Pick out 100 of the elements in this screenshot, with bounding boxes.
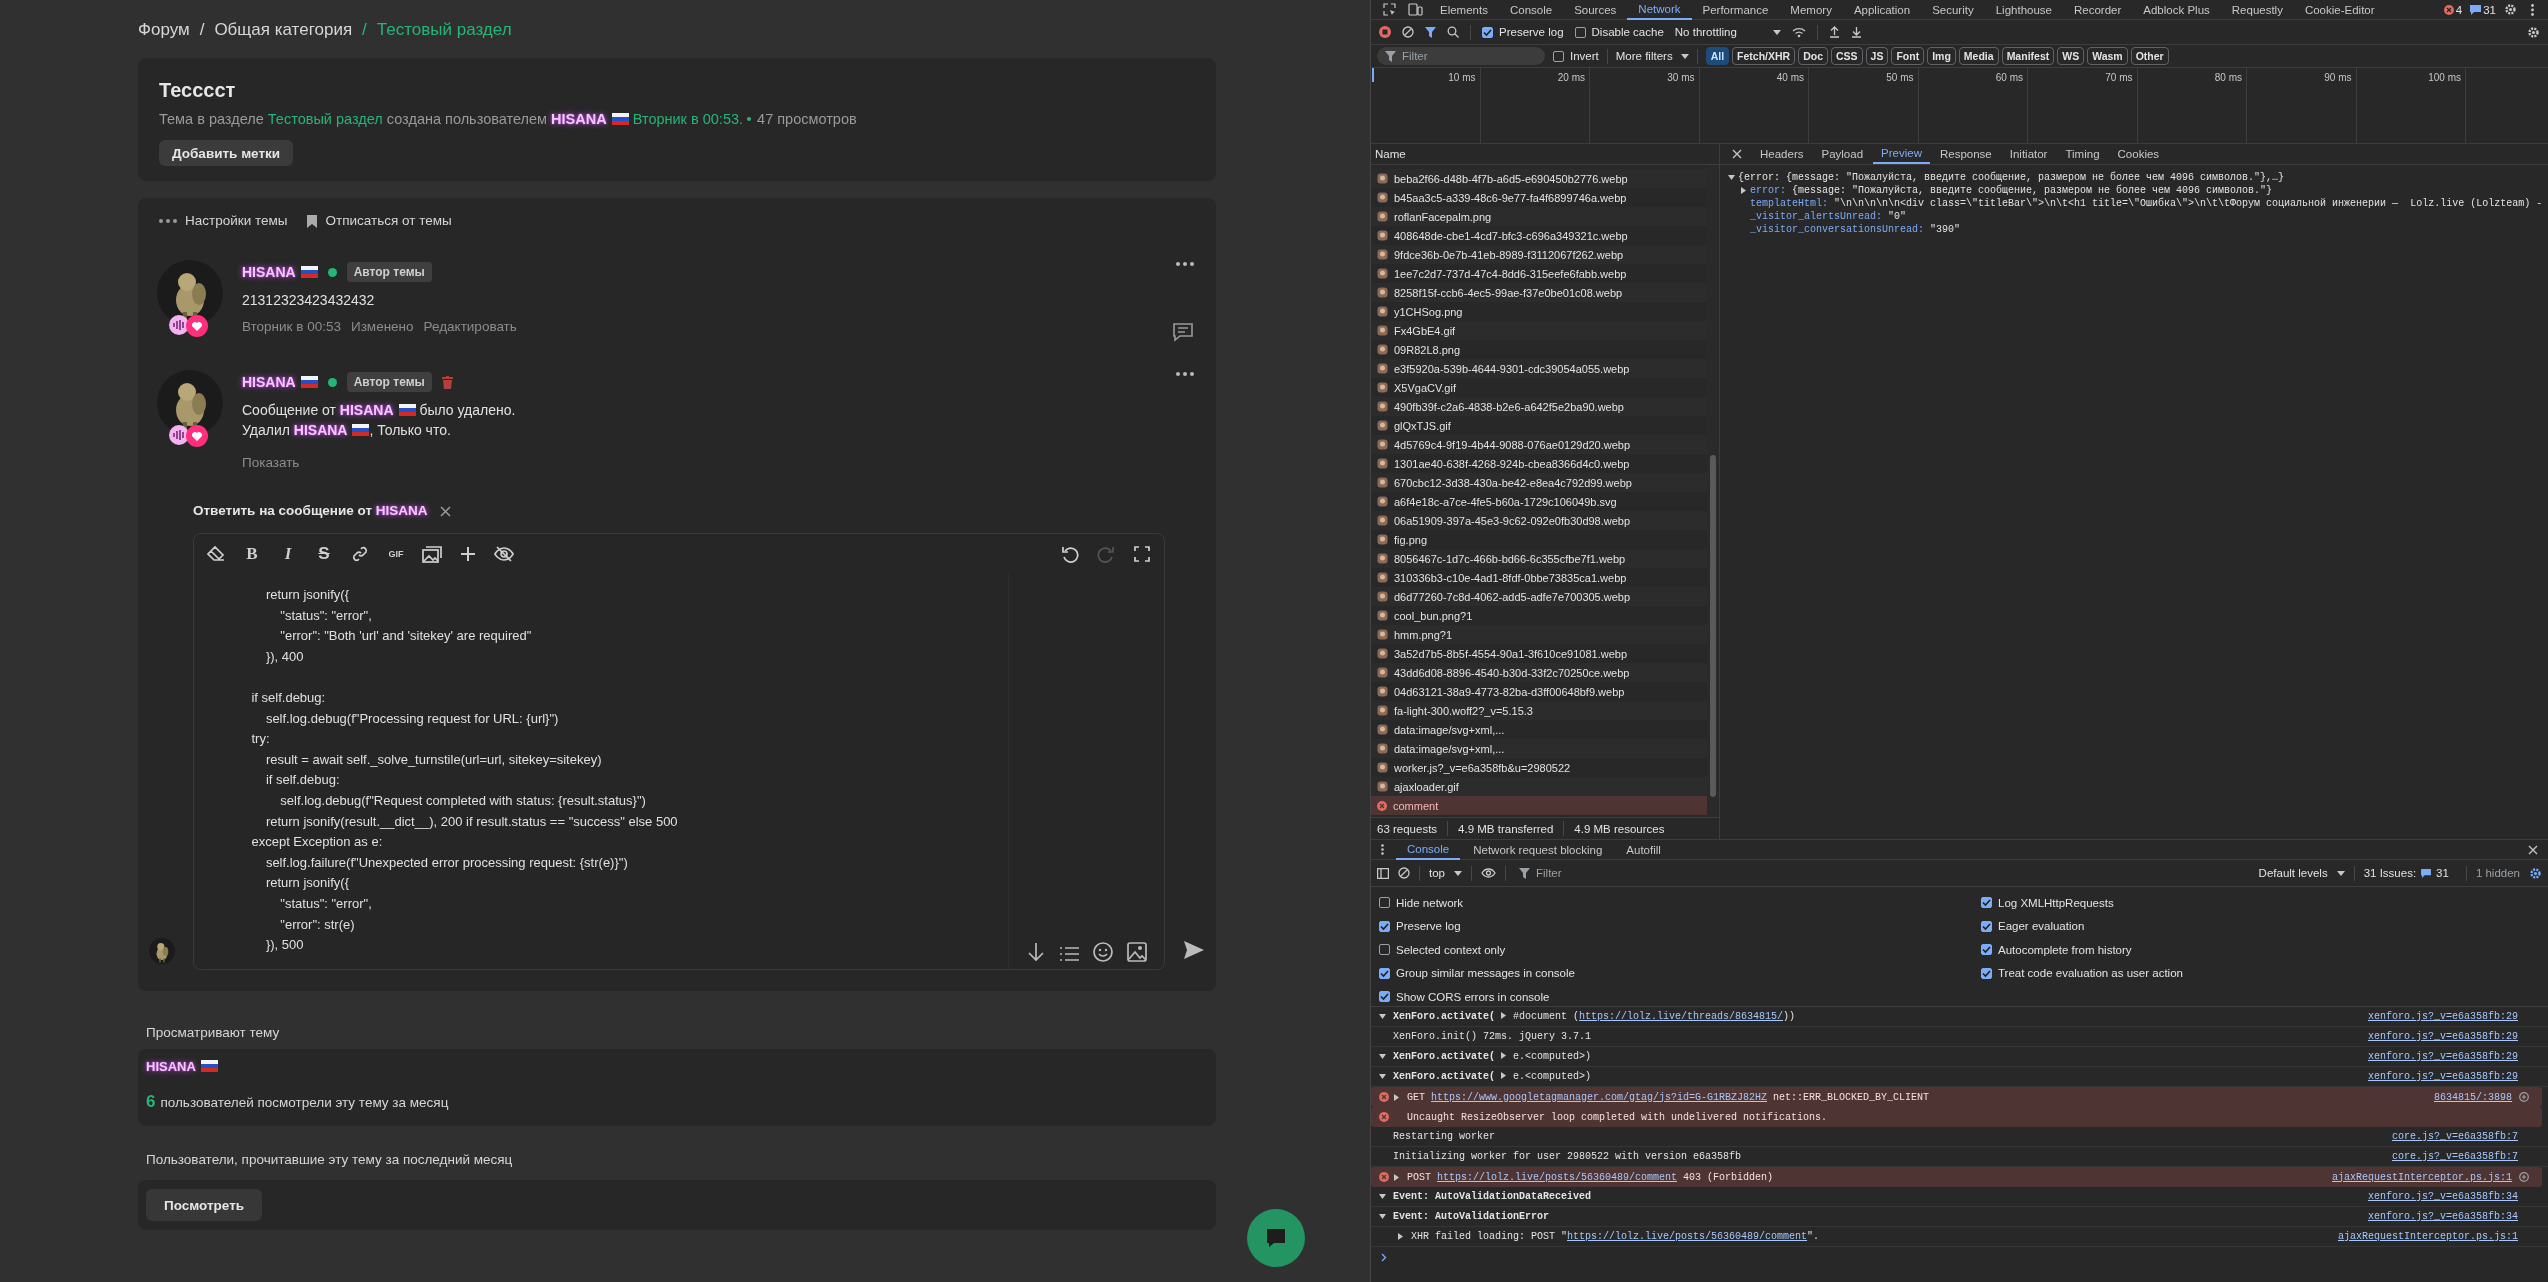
post-footer-link[interactable]: Показать	[242, 452, 300, 474]
link[interactable]: Вторник в 00:53.	[632, 111, 744, 127]
username-link[interactable]: HISANA	[242, 264, 296, 280]
source-link[interactable]: core.js?_v=e6a358fb:7	[2391, 1131, 2518, 1142]
username-link[interactable]: HISANA	[146, 1059, 196, 1074]
image-icon[interactable]	[1126, 942, 1147, 962]
settings-icon[interactable]	[2504, 3, 2517, 16]
network-icon[interactable]	[2519, 1172, 2529, 1182]
request-row[interactable]: data:image/svg+xml,...	[1371, 720, 1707, 739]
kebab-menu-icon[interactable]	[2531, 3, 2534, 16]
issues-label[interactable]: 31 Issues:	[2363, 867, 2417, 879]
type-filter-chip[interactable]: CSS	[1831, 47, 1863, 65]
request-row[interactable]: 43dd6d08-8896-4540-b30d-33f2c70250ce.webp	[1371, 663, 1707, 682]
inspect-icon[interactable]	[1383, 3, 1396, 16]
filter-icon[interactable]	[1425, 26, 1436, 38]
context-dropdown[interactable]: top	[1429, 867, 1445, 879]
send-icon[interactable]	[1183, 940, 1205, 960]
clear-icon[interactable]	[1402, 26, 1414, 38]
eye-icon[interactable]	[1481, 868, 1496, 878]
request-row[interactable]: 04d63121-38a9-4773-82ba-d3ff00648bf9.webp	[1371, 682, 1707, 701]
request-row[interactable]: hmm.png?1	[1371, 625, 1707, 644]
close-icon[interactable]	[439, 505, 451, 517]
expanded-triangle-icon[interactable]	[1379, 1193, 1386, 1200]
issue-count[interactable]: 31	[2436, 867, 2449, 879]
request-row[interactable]: 670cbc12-3d38-430a-be42-e8ea4c792d99.webp	[1371, 473, 1707, 492]
url-link[interactable]: https://lolz.live/threads/8634815/	[1579, 1011, 1784, 1022]
kebab-menu-icon[interactable]	[1381, 844, 1384, 855]
console-filter-field[interactable]: Filter	[1515, 863, 2250, 883]
error-count[interactable]: 4	[2455, 3, 2463, 16]
detail-tab[interactable]: Response	[1931, 144, 2000, 164]
request-row[interactable]: 4d5769c4-9f19-4b44-9088-076ae0129d20.webp	[1371, 435, 1707, 454]
expanded-triangle-icon[interactable]	[1379, 1053, 1386, 1060]
request-row[interactable]: 09R82L8.png	[1371, 340, 1707, 359]
devtools-tab[interactable]: Cookie-Editor	[2293, 0, 2386, 20]
request-row[interactable]: comment	[1371, 796, 1707, 815]
breadcrumb-link[interactable]: Форум	[138, 18, 190, 42]
close-icon[interactable]	[1732, 149, 1742, 159]
request-row[interactable]: e3f5920a-539b-4644-9301-cdc39054a055.webp	[1371, 359, 1707, 378]
add-tags-button[interactable]: Добавить метки	[159, 140, 294, 166]
devtools-tab[interactable]: Console	[1498, 0, 1564, 20]
devtools-tab[interactable]: Lighthouse	[1984, 0, 2063, 20]
devtools-tab[interactable]: Sources	[1563, 0, 1628, 20]
request-row[interactable]: a6f4e18c-a7ce-4fe5-b60a-1729c106049b.svg	[1371, 492, 1707, 511]
detail-tab[interactable]: Cookies	[2109, 144, 2168, 164]
username-link[interactable]: HISANA	[293, 422, 348, 438]
italic-button[interactable]: I	[278, 542, 298, 566]
username-link[interactable]: HISANA	[551, 111, 607, 127]
throttling-dropdown[interactable]: No throttling	[1674, 26, 1737, 38]
checkbox[interactable]	[1379, 944, 1390, 956]
breadcrumb-link[interactable]: Тестовый раздел	[376, 18, 512, 42]
detail-tab[interactable]: Headers	[1752, 144, 1812, 164]
collapsed-triangle-icon[interactable]	[1740, 187, 1747, 194]
arrow-down-icon[interactable]	[1026, 942, 1045, 962]
request-row[interactable]: 3a52d7b5-8b5f-4554-90a1-3f610ce91081.webp	[1371, 644, 1707, 663]
checkbox[interactable]	[1981, 920, 1992, 932]
request-row[interactable]: 9fdce36b-0e7b-41eb-8989-f3112067f262.webp	[1371, 245, 1707, 264]
more-icon[interactable]	[159, 219, 177, 223]
smiley-icon[interactable]	[1092, 942, 1113, 962]
checkbox[interactable]	[1574, 26, 1586, 38]
source-link[interactable]: core.js?_v=e6a358fb:7	[2391, 1151, 2518, 1162]
request-row[interactable]: 408648de-cbe1-4cd7-bfc3-c696a349321c.webp	[1371, 226, 1707, 245]
devtools-tab[interactable]: Application	[1842, 0, 1922, 20]
collapsed-triangle-icon[interactable]	[1397, 1233, 1404, 1240]
network-conditions-icon[interactable]	[1791, 26, 1806, 38]
checkbox[interactable]	[1553, 50, 1564, 62]
url-link[interactable]: https://www.googletagmanager.com/gtag/js?id=G-G1RBZJ82HZ	[1431, 1091, 1768, 1103]
request-row[interactable]: ajaxloader.gif	[1371, 777, 1707, 796]
more-icon[interactable]	[1176, 262, 1194, 266]
source-link[interactable]: xenforo.js?_v=e6a358fb:29	[2367, 1031, 2518, 1042]
type-filter-chip[interactable]: Other	[2130, 47, 2169, 65]
message-editor[interactable]	[193, 533, 1165, 970]
source-link[interactable]: xenforo.js?_v=e6a358fb:29	[2367, 1011, 2518, 1022]
request-row[interactable]: 310336b3-c10e-4ad1-8fdf-0bbe73835ca1.webp	[1371, 568, 1707, 587]
type-filter-chip[interactable]: WS	[2057, 47, 2085, 65]
checkbox[interactable]	[1379, 991, 1390, 1003]
request-row[interactable]: roflanFacepalm.png	[1371, 207, 1707, 226]
source-link[interactable]: xenforo.js?_v=e6a358fb:34	[2367, 1191, 2518, 1202]
detail-tab[interactable]: Initiator	[2001, 144, 2056, 164]
request-row[interactable]: data:image/svg+xml,...	[1371, 739, 1707, 758]
log-levels-dropdown[interactable]: Default levels	[2258, 867, 2328, 879]
request-row[interactable]: X5VgaCV.gif	[1371, 378, 1707, 397]
request-row[interactable]: b45aa3c5-a339-48c6-9e77-fa4f6899746a.webp	[1371, 188, 1707, 207]
url-link[interactable]: https://lolz.live/posts/56360489/comment	[1567, 1231, 1808, 1242]
record-icon[interactable]	[1379, 26, 1391, 38]
post-footer-link[interactable]: Редактировать	[423, 316, 517, 338]
device-icon[interactable]	[1408, 3, 1423, 16]
strikethrough-button[interactable]: S	[314, 542, 334, 566]
source-link[interactable]: ajaxRequestInterceptor.ps.js:1	[2337, 1231, 2518, 1242]
request-row[interactable]: d6d77260-7c8d-4062-add5-adfe7e700305.webp	[1371, 587, 1707, 606]
source-link[interactable]: xenforo.js?_v=e6a358fb:29	[2367, 1051, 2518, 1062]
source-link[interactable]: xenforo.js?_v=e6a358fb:34	[2367, 1211, 2518, 1222]
post-footer-link[interactable]: Вторник в 00:53	[242, 316, 341, 338]
checkbox[interactable]	[1981, 967, 1992, 979]
detail-tab[interactable]: Payload	[1813, 144, 1872, 164]
more-icon[interactable]	[1176, 372, 1194, 376]
source-link[interactable]: ajaxRequestInterceptor.ps.js:1	[2331, 1171, 2512, 1183]
request-row[interactable]: worker.js?_v=e6a358fb&u=2980522	[1371, 758, 1707, 777]
gif-button[interactable]: GIF	[386, 542, 406, 566]
devtools-tab[interactable]: Adblock Plus	[2132, 0, 2221, 20]
list-icon[interactable]	[1058, 946, 1079, 962]
